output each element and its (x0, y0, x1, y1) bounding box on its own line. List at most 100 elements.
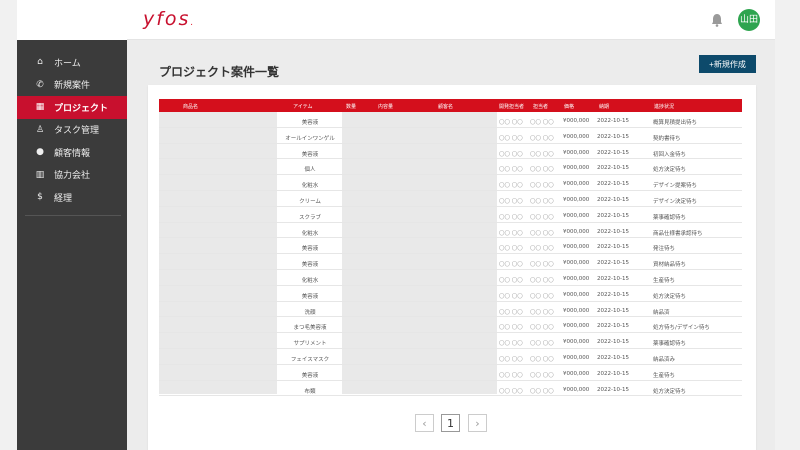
date-cell: 2022-10-15 (597, 118, 629, 124)
home-icon: ⌂ (37, 57, 43, 68)
avatar[interactable]: 山田 (738, 9, 760, 31)
sidebar-item-tasks[interactable]: ♙ タスク管理 (17, 119, 127, 142)
table-row[interactable]: クリーム 〇〇 〇〇 〇〇 〇〇 ¥000,000 2022-10-15 デザイン決定待ち (159, 191, 742, 207)
table-row[interactable]: 化粧水 〇〇 〇〇 〇〇 〇〇 ¥000,000 2022-10-15 商品仕様書承認待ち (159, 223, 742, 239)
table-row[interactable]: まつ毛美容液 〇〇 〇〇 〇〇 〇〇 ¥000,000 2022-10-15 処方待ち/デ… (159, 317, 742, 334)
sidebar-item-home[interactable]: ⌂ ホーム (17, 51, 127, 74)
column-header[interactable]: 内容量 (378, 103, 393, 110)
price-cell: ¥000,000 (563, 323, 590, 330)
prev-page-button[interactable]: ‹ (415, 414, 434, 432)
table-row[interactable]: スクラブ 〇〇 〇〇 〇〇 〇〇 ¥000,000 2022-10-15 薬事確認待ち (159, 207, 742, 223)
sidebar: ⌂ ホーム ✆ 新規案件 ▦ プロジェクト ♙ タスク管理 ● 顧客情報 ▥ 協力会社 $ 経理 (17, 0, 127, 450)
person-cell: 〇〇 〇〇 (530, 135, 554, 142)
date-cell: 2022-10-15 (597, 260, 629, 267)
price-cell: ¥000,000 (563, 212, 590, 219)
table-row[interactable]: 布類 〇〇 〇〇 〇〇 〇〇 ¥000,000 2022-10-15 処方決定待ち (159, 381, 742, 397)
person-cell: 〇〇 〇〇 (530, 262, 554, 269)
logo[interactable]: yfos. (143, 8, 195, 30)
table-row[interactable]: 化粧水 〇〇 〇〇 〇〇 〇〇 ¥000,000 2022-10-15 デザイン提案待ち (159, 175, 742, 191)
person-cell: 〇〇 〇〇 (530, 325, 554, 332)
bell-icon[interactable] (711, 13, 723, 27)
column-header[interactable]: アイテム (293, 103, 313, 110)
sidebar-item-accounting[interactable]: $ 経理 (17, 186, 127, 209)
dev-person-cell: 〇〇 〇〇 (499, 277, 523, 284)
price-cell: ¥000,000 (563, 165, 590, 172)
item-cell: 美容液 (301, 246, 319, 253)
table-row[interactable]: 美容液 〇〇 〇〇 〇〇 〇〇 ¥000,000 2022-10-15 発注待ち (159, 238, 742, 255)
column-header[interactable]: 顧客名 (438, 103, 453, 110)
date-cell: 2022-10-15 (597, 149, 629, 156)
price-cell: ¥000,000 (563, 260, 590, 267)
sidebar-item-projects[interactable]: ▦ プロジェクト (17, 96, 127, 119)
sidebar-item-label: ホーム (54, 58, 81, 69)
table-row[interactable]: 美容液 〇〇 〇〇 〇〇 〇〇 ¥000,000 2022-10-15 初回入金待ち (159, 144, 742, 160)
price-cell: ¥000,000 (563, 118, 590, 124)
date-cell: 2022-10-15 (597, 228, 629, 235)
price-cell: ¥000,000 (563, 133, 590, 140)
dev-person-cell: 〇〇 〇〇 (499, 151, 523, 158)
column-header[interactable]: 数量 (346, 103, 356, 110)
status-cell: デザイン提案待ち (653, 183, 698, 190)
column-header[interactable]: 納期 (599, 103, 609, 110)
status-cell: デザイン決定待ち (653, 198, 698, 205)
table-row[interactable]: 美容液 〇〇 〇〇 〇〇 〇〇 ¥000,000 2022-10-15 資材納品待ち (159, 254, 742, 270)
column-header[interactable]: 担当者 (533, 103, 548, 110)
table-row[interactable]: オールインワンゲル 〇〇 〇〇 〇〇 〇〇 ¥000,000 2022-10-15 契約書… (159, 128, 742, 144)
item-cell: オールインワンゲル (285, 135, 335, 142)
person-cell: 〇〇 〇〇 (530, 372, 554, 379)
dashboard-icon: ▦ (35, 102, 45, 113)
price-cell: ¥000,000 (563, 307, 590, 314)
price-cell: ¥000,000 (563, 339, 590, 346)
table-row[interactable]: 化粧水 〇〇 〇〇 〇〇 〇〇 ¥000,000 2022-10-15 生産待ち (159, 270, 742, 286)
person-cell: 〇〇 〇〇 (530, 151, 554, 158)
person-badge-icon: ♙ (35, 124, 45, 135)
column-header[interactable]: 価格 (564, 103, 574, 110)
column-header[interactable]: 商品名 (183, 103, 198, 110)
date-cell: 2022-10-15 (597, 275, 629, 282)
sidebar-item-label: タスク管理 (54, 126, 100, 137)
sidebar-item-new-projects[interactable]: ✆ 新規案件 (17, 74, 127, 97)
date-cell: 2022-10-15 (597, 133, 629, 140)
item-cell: 美容液 (301, 120, 319, 126)
sidebar-top (17, 0, 127, 40)
person-cell: 〇〇 〇〇 (530, 167, 554, 174)
dev-person-cell: 〇〇 〇〇 (499, 135, 523, 142)
dev-person-cell: 〇〇 〇〇 (499, 262, 523, 269)
table-row[interactable]: サプリメント 〇〇 〇〇 〇〇 〇〇 ¥000,000 2022-10-15 薬事確認待ち (159, 333, 742, 349)
person-cell: 〇〇 〇〇 (530, 293, 554, 300)
item-cell: スクラブ (298, 214, 321, 221)
top-bar: yfos. 山田 (127, 0, 775, 40)
column-header[interactable]: 開発担当者 (499, 103, 524, 110)
table-row[interactable]: 美容液 〇〇 〇〇 〇〇 〇〇 ¥000,000 2022-10-15 概算見積提出待ち (159, 112, 742, 128)
table-body: 美容液 〇〇 〇〇 〇〇 〇〇 ¥000,000 2022-10-15 概算見積提出待ちオ… (159, 112, 742, 397)
table-row[interactable]: 美容液 〇〇 〇〇 〇〇 〇〇 ¥000,000 2022-10-15 生産待ち (159, 365, 742, 381)
price-cell: ¥000,000 (563, 291, 590, 298)
sidebar-nav: ⌂ ホーム ✆ 新規案件 ▦ プロジェクト ♙ タスク管理 ● 顧客情報 ▥ 協力会社 $ 経理 (17, 51, 127, 209)
date-cell: 2022-10-15 (597, 165, 629, 172)
dev-person-cell: 〇〇 〇〇 (499, 309, 523, 316)
sidebar-item-partners[interactable]: ▥ 協力会社 (17, 164, 127, 187)
dev-person-cell: 〇〇 〇〇 (499, 230, 523, 237)
table-row[interactable]: フェイスマスク 〇〇 〇〇 〇〇 〇〇 ¥000,000 2022-10-15 納品済み (159, 349, 742, 365)
table-row[interactable]: 洗顔 〇〇 〇〇 〇〇 〇〇 ¥000,000 2022-10-15 納品済 (159, 302, 742, 318)
next-page-button[interactable]: › (468, 414, 487, 432)
item-cell: 化粧水 (301, 183, 319, 190)
status-cell: 薬事確認待ち (653, 341, 687, 348)
status-cell: 発注待ち (653, 246, 676, 253)
logo-text: yfos (143, 8, 191, 30)
price-cell: ¥000,000 (563, 370, 590, 377)
person-cell: 〇〇 〇〇 (530, 246, 554, 253)
table-row[interactable]: 個人 〇〇 〇〇 〇〇 〇〇 ¥000,000 2022-10-15 処方決定待ち (159, 159, 742, 176)
new-project-button[interactable]: +新規作成 (699, 55, 756, 73)
person-cell: 〇〇 〇〇 (530, 309, 554, 316)
status-cell: 商品仕様書承認待ち (653, 230, 703, 237)
dev-person-cell: 〇〇 〇〇 (499, 246, 523, 253)
price-cell: ¥000,000 (563, 386, 590, 393)
column-header[interactable]: 進捗状況 (654, 103, 674, 110)
page-number-button[interactable]: 1 (441, 414, 460, 432)
item-cell: クリーム (299, 198, 321, 205)
table-row[interactable]: 美容液 〇〇 〇〇 〇〇 〇〇 ¥000,000 2022-10-15 処方決定待ち (159, 286, 742, 302)
sidebar-item-customers[interactable]: ● 顧客情報 (17, 141, 127, 164)
page-title: プロジェクト案件一覧 (159, 65, 280, 79)
sidebar-item-label: 顧客情報 (54, 148, 91, 159)
